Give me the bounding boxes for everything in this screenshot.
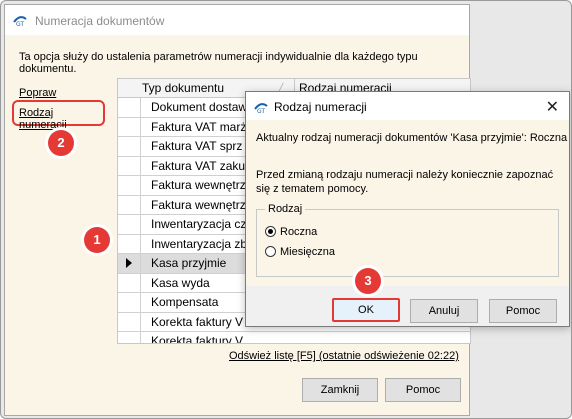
current-numbering-text: Aktualny rodzaj numeracji dokumentów 'Ka… bbox=[256, 132, 568, 144]
anuluj-button[interactable]: Anuluj bbox=[410, 299, 478, 323]
popraw-link[interactable]: Popraw bbox=[19, 87, 56, 99]
cell-typ-dokumentu: Kasa przyjmie bbox=[151, 256, 227, 270]
dialog-body: Aktualny rodzaj numeracji dokumentów 'Ka… bbox=[246, 120, 569, 286]
description-text: Ta opcja służy do ustalenia parametrów n… bbox=[19, 51, 418, 75]
row-selector[interactable] bbox=[118, 273, 141, 292]
cell-typ-dokumentu: Faktura VAT sprz bbox=[151, 139, 243, 153]
svg-text:GT: GT bbox=[257, 108, 265, 114]
row-selector[interactable] bbox=[118, 312, 141, 331]
cell-typ-dokumentu: Faktura VAT marż bbox=[151, 119, 247, 134]
dialog-pomoc-button[interactable]: Pomoc bbox=[489, 299, 557, 323]
dialog-title: Rodzaj numeracji bbox=[274, 100, 367, 114]
pomoc-button[interactable]: Pomoc bbox=[385, 378, 461, 402]
row-selector[interactable] bbox=[118, 254, 141, 273]
cell-typ-dokumentu: Inwentaryzacja cz bbox=[151, 217, 247, 231]
cell-typ-dokumentu: Faktura wewnętrz bbox=[151, 178, 246, 192]
cell-typ-dokumentu: Kasa wyda bbox=[151, 275, 210, 290]
row-selector[interactable] bbox=[118, 137, 141, 156]
radio-miesieczna-label: Miesięczna bbox=[280, 246, 336, 258]
callout-1: 1 bbox=[84, 227, 110, 253]
cell-typ-dokumentu: Korekta faktury V bbox=[151, 334, 244, 344]
close-icon[interactable]: ✕ bbox=[546, 97, 559, 117]
row-selector[interactable] bbox=[118, 215, 141, 234]
callout-3: 3 bbox=[355, 268, 381, 294]
cell-typ-dokumentu: Faktura VAT zaku bbox=[151, 158, 246, 173]
main-window-title: Numeracja dokumentów bbox=[35, 14, 165, 28]
dialog-logo-icon: GT bbox=[254, 103, 268, 114]
radio-miesieczna-indicator bbox=[265, 246, 276, 257]
radio-roczna[interactable]: Roczna bbox=[265, 226, 317, 238]
row-selector[interactable] bbox=[118, 195, 141, 214]
dialog-titlebar: GT Rodzaj numeracji ✕ bbox=[246, 92, 569, 120]
radio-roczna-label: Roczna bbox=[280, 226, 318, 238]
row-selector[interactable] bbox=[118, 332, 141, 343]
help-warning-text: Przed zmianą rodzaju numeracji należy ko… bbox=[256, 169, 554, 195]
rodzaj-numeracji-link[interactable]: Rodzaj numeracji bbox=[12, 100, 105, 131]
refresh-link[interactable]: Odśwież listę [F5] (ostatnie odświeżenie… bbox=[229, 350, 459, 362]
cell-typ-dokumentu: Faktura wewnętrz bbox=[151, 197, 246, 212]
cell-typ-dokumentu: Dokument dostaw bbox=[151, 100, 248, 114]
cell-typ-dokumentu: Kompensata bbox=[151, 295, 219, 309]
screenshot-frame: GT Numeracja dokumentów Ta opcja służy d… bbox=[0, 0, 572, 419]
row-selector[interactable] bbox=[118, 293, 141, 312]
callout-2: 2 bbox=[48, 130, 74, 156]
current-row-pointer-icon bbox=[126, 258, 132, 268]
svg-text:GT: GT bbox=[16, 21, 24, 27]
table-row[interactable]: Korekta faktury V bbox=[118, 332, 470, 344]
app-logo-icon: GT bbox=[13, 16, 27, 27]
row-selector[interactable] bbox=[118, 234, 141, 253]
cell-typ-dokumentu: Korekta faktury V bbox=[151, 314, 244, 329]
column-header-typ[interactable]: Typ dokumentu bbox=[142, 81, 224, 95]
rodzaj-groupbox: Rodzaj Roczna Miesięczna bbox=[256, 203, 559, 277]
row-selector[interactable] bbox=[118, 117, 141, 136]
zamknij-button[interactable]: Zamknij bbox=[302, 378, 378, 402]
row-selector[interactable] bbox=[118, 98, 141, 117]
dialog-footer: OK Anuluj Pomoc bbox=[246, 286, 569, 326]
radio-roczna-indicator bbox=[265, 226, 276, 237]
main-titlebar: GT Numeracja dokumentów bbox=[5, 5, 469, 35]
groupbox-label: Rodzaj bbox=[265, 203, 306, 215]
row-selector[interactable] bbox=[118, 176, 141, 195]
rodzaj-numeracji-link-label: Rodzaj numeracji bbox=[19, 107, 67, 131]
rodzaj-numeracji-dialog: GT Rodzaj numeracji ✕ Aktualny rodzaj nu… bbox=[245, 91, 570, 327]
radio-miesieczna[interactable]: Miesięczna bbox=[265, 246, 335, 258]
ok-button[interactable]: OK bbox=[332, 298, 400, 322]
cell-typ-dokumentu: Inwentaryzacja zb bbox=[151, 236, 248, 251]
row-selector[interactable] bbox=[118, 156, 141, 175]
